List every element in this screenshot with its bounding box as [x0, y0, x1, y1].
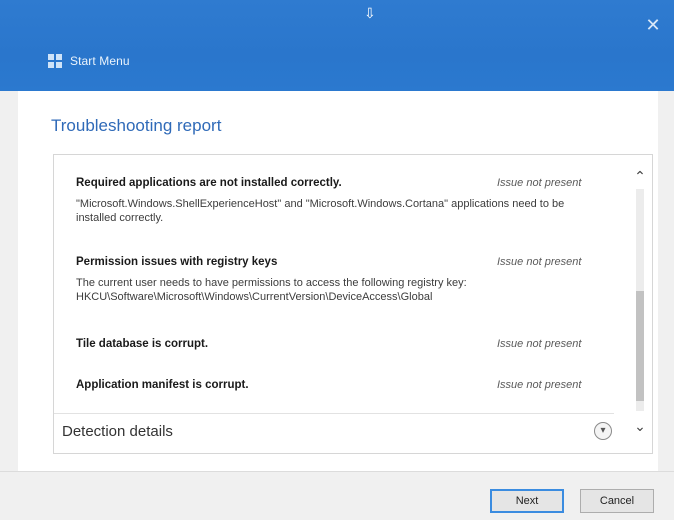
expand-icon[interactable]: ▾ — [594, 422, 612, 440]
page-title: Troubleshooting report — [51, 116, 222, 135]
issue-name: Tile database is corrupt. — [76, 338, 209, 350]
issue-status: Issue not present — [497, 379, 582, 391]
issue-item: Required applications are not installed … — [76, 177, 596, 225]
windows-logo-icon — [48, 54, 62, 68]
vertical-scrollbar[interactable]: ⌃ ⌄ — [628, 155, 652, 453]
mouse-cursor-icon: ⇩ — [364, 5, 376, 21]
app-title: Start Menu — [70, 54, 130, 68]
title-bar: ⇩ ✕ Start Menu — [0, 0, 674, 91]
issue-item: Application manifest is corrupt. Issue n… — [76, 379, 596, 391]
button-bar: Next Cancel — [0, 471, 674, 520]
app-header: Start Menu — [48, 54, 130, 68]
issue-name: Permission issues with registry keys — [76, 256, 278, 268]
detection-details-label: Detection details — [62, 423, 173, 440]
close-button[interactable]: ✕ — [638, 10, 668, 40]
issue-name: Application manifest is corrupt. — [76, 379, 249, 391]
scroll-thumb[interactable] — [636, 291, 644, 401]
report-panel: Required applications are not installed … — [53, 154, 653, 454]
issue-item: Permission issues with registry keys Iss… — [76, 256, 596, 304]
scroll-up-icon[interactable]: ⌃ — [630, 167, 650, 185]
issue-item: Tile database is corrupt. Issue not pres… — [76, 338, 596, 350]
content-area: Troubleshooting report Required applicat… — [18, 91, 658, 471]
issue-status: Issue not present — [497, 177, 582, 189]
detection-details-row[interactable]: Detection details ▾ — [54, 413, 614, 447]
troubleshooter-window: ⇩ ✕ Start Menu Troubleshooting report Re… — [0, 0, 674, 520]
issue-name: Required applications are not installed … — [76, 177, 342, 189]
next-button[interactable]: Next — [490, 489, 564, 513]
issue-status: Issue not present — [497, 256, 582, 268]
cancel-button[interactable]: Cancel — [580, 489, 654, 513]
issue-description: "Microsoft.Windows.ShellExperienceHost" … — [76, 198, 565, 224]
issue-status: Issue not present — [497, 338, 582, 350]
issue-description: The current user needs to have permissio… — [76, 277, 467, 303]
scroll-down-icon[interactable]: ⌄ — [630, 417, 650, 435]
